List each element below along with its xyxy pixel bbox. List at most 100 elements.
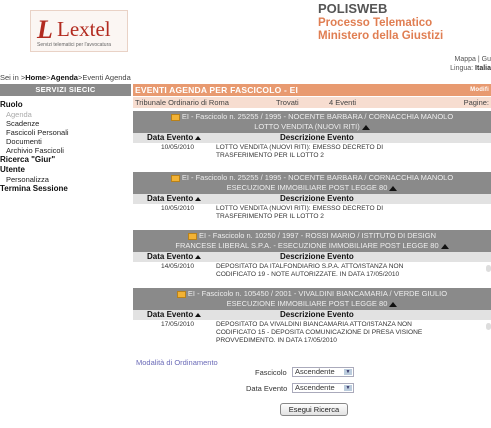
col-data-label: Data Evento — [147, 194, 194, 203]
event-desc-line: LOTTO VENDITA (NUOVI RITI): EMESSO DECRE… — [216, 205, 384, 212]
sort-up-icon — [195, 254, 202, 259]
sidebar-item-documenti[interactable]: Documenti — [0, 137, 131, 146]
col-data-evento[interactable]: Data Evento — [147, 252, 202, 262]
sort-data-select[interactable]: Ascendente ▼ — [292, 383, 354, 393]
fascicolo-header[interactable]: EI - Fascicolo n. 10250 / 1997 - ROSSI M… — [133, 230, 491, 252]
esegui-ricerca-button[interactable]: Esegui Ricerca — [280, 403, 348, 416]
sidebar-section-ricerca-giur[interactable]: Ricerca "Giur" — [0, 155, 131, 165]
tribunale-label: Tribunale Ordinario di Roma — [135, 98, 229, 107]
sort-mode-label: Modalità di Ordinamento — [136, 358, 218, 367]
results-summary: Tribunale Ordinario di Roma Trovati 4 Ev… — [133, 97, 491, 108]
sidebar-item-personalizza[interactable]: Personalizza — [0, 175, 131, 184]
page-title-bar: EVENTI AGENDA PER FASCICOLO - EI Modifi — [133, 84, 491, 96]
fascicolo-title-line2: ESECUZIONE IMMOBILIARE POST LEGGE 80 — [226, 299, 388, 308]
table-header: Data Evento Descrizione Evento — [133, 310, 491, 320]
sort-fascicolo-value: Ascendente — [295, 367, 335, 376]
event-date: 10/05/2010 — [161, 144, 195, 151]
sort-up-icon — [195, 135, 202, 140]
collapse-arrow-icon[interactable] — [389, 185, 398, 191]
logo-mark: L — [37, 15, 53, 44]
table-row: 14/05/2010 DEPOSITATO DA ITALFONDIARIO S… — [133, 262, 491, 282]
modifica-link[interactable]: Modifi — [470, 84, 489, 96]
logo-subtitle: Servizi telematici per l'avvocatura — [37, 42, 112, 48]
mappa-link[interactable]: Mappa | Gu — [450, 55, 491, 64]
fascicolo-header[interactable]: EI - Fascicolo n. 25255 / 1995 - NOCENTE… — [133, 172, 491, 194]
sidebar-item-termina-sessione[interactable]: Termina Sessione — [0, 184, 131, 194]
table-row: 10/05/2010 LOTTO VENDITA (NUOVI RITI): E… — [133, 143, 491, 163]
logo-text: Lextel — [57, 17, 111, 41]
collapse-arrow-icon[interactable] — [440, 243, 449, 249]
sort-up-icon — [195, 196, 202, 201]
trovati-value: 4 Eventi — [329, 98, 357, 107]
event-desc-line: TRASFERIMENTO PER IL LOTTO 2 — [216, 152, 324, 159]
folder-icon — [170, 174, 180, 182]
trovati-label: Trovati — [276, 98, 299, 107]
sidebar-item-fascicoli-personali[interactable]: Fascicoli Personali — [0, 128, 131, 137]
col-data-label: Data Evento — [147, 252, 194, 261]
collapse-arrow-icon[interactable] — [361, 124, 370, 130]
event-desc-line: CODIFICATO 15 - DEPOSITA COMUNICAZIONE D… — [216, 329, 423, 336]
fascicolo-title-line1: EI - Fascicolo n. 10250 / 1997 - ROSSI M… — [198, 231, 436, 240]
sort-data-value: Ascendente — [295, 383, 335, 392]
sort-fascicolo-select[interactable]: Ascendente ▼ — [292, 367, 354, 377]
col-data-evento[interactable]: Data Evento — [147, 310, 202, 320]
event-description: DEPOSITATO DA VIVALDINI BIANCAMARIA ATTO… — [216, 321, 488, 345]
event-desc-line: DEPOSITATO DA VIVALDINI BIANCAMARIA ATTO… — [216, 321, 412, 328]
sidebar-item-scadenze[interactable]: Scadenze — [0, 119, 131, 128]
event-desc-line: PROVVEDIMENTO. IN DATA 17/05/2010 — [216, 337, 337, 344]
lextel-logo[interactable]: L Lextel Servizi telematici per l'avvoca… — [30, 10, 128, 52]
chevron-down-icon: ▼ — [344, 385, 352, 391]
app-header: L Lextel Servizi telematici per l'avvoca… — [0, 0, 491, 64]
pagine-label: Pagine: — [463, 98, 489, 107]
fascicolo-header[interactable]: EI - Fascicolo n. 105450 / 2001 - VIVALD… — [133, 288, 491, 310]
col-data-evento[interactable]: Data Evento — [147, 133, 202, 143]
fascicolo-block: EI - Fascicolo n. 25255 / 1995 - NOCENTE… — [133, 111, 491, 163]
col-data-label: Data Evento — [147, 133, 194, 142]
collapse-arrow-icon[interactable] — [389, 301, 398, 307]
col-descrizione-evento: Descrizione Evento — [280, 194, 354, 203]
lingua-value[interactable]: Italia — [475, 65, 491, 72]
breadcrumb-home[interactable]: Home — [25, 73, 46, 82]
app-subtitle-2: Ministero della Giustizi — [318, 30, 444, 42]
event-desc-line: LOTTO VENDITA (NUOVI RITI): EMESSO DECRE… — [216, 144, 384, 151]
breadcrumb: Sei in >Home>Agenda>Eventi Agenda — [0, 73, 131, 82]
fascicolo-header[interactable]: EI - Fascicolo n. 25255 / 1995 - NOCENTE… — [133, 111, 491, 133]
fascicolo-title-line2: LOTTO VENDITA (NUOVI RITI) — [254, 122, 360, 131]
row-scroll-handle[interactable] — [486, 323, 491, 330]
breadcrumb-current: Eventi Agenda — [82, 73, 131, 82]
sort-data-label: Data Evento — [246, 384, 288, 393]
event-description: DEPOSITATO DA ITALFONDIARIO S.P.A. ATTO/… — [216, 263, 488, 279]
sidebar-title: SERVIZI SIECIC — [0, 84, 131, 96]
fascicolo-block: EI - Fascicolo n. 10250 / 1997 - ROSSI M… — [133, 230, 491, 282]
breadcrumb-prefix: Sei in > — [0, 73, 26, 82]
sidebar-section-ruolo[interactable]: Ruolo — [0, 100, 131, 110]
col-descrizione-evento: Descrizione Evento — [280, 252, 354, 261]
table-header: Data Evento Descrizione Evento — [133, 133, 491, 143]
lingua-label: Lingua: — [450, 65, 474, 72]
col-data-label: Data Evento — [147, 310, 194, 319]
sidebar-item-agenda[interactable]: Agenda — [0, 110, 131, 119]
sidebar: Ruolo Agenda Scadenze Fascicoli Personal… — [0, 100, 131, 194]
event-desc-line: CODIFICATO 19 - NOTE AUTORIZZATE. IN DAT… — [216, 271, 400, 278]
fascicolo-title-line1: EI - Fascicolo n. 105450 / 2001 - VIVALD… — [187, 289, 448, 298]
fascicolo-block: EI - Fascicolo n. 105450 / 2001 - VIVALD… — [133, 288, 491, 348]
sort-up-icon — [195, 312, 202, 317]
col-descrizione-evento: Descrizione Evento — [280, 133, 354, 142]
fascicolo-title-line1: EI - Fascicolo n. 25255 / 1995 - NOCENTE… — [181, 112, 454, 121]
table-header: Data Evento Descrizione Evento — [133, 252, 491, 262]
folder-icon — [176, 290, 186, 298]
app-title: POLISWEB — [318, 1, 388, 16]
fascicolo-title-line2: ESECUZIONE IMMOBILIARE POST LEGGE 80 — [226, 183, 388, 192]
sidebar-item-archivio-fascicoli[interactable]: Archivio Fascicoli — [0, 146, 131, 155]
fascicolo-title-line1: EI - Fascicolo n. 25255 / 1995 - NOCENTE… — [181, 173, 454, 182]
folder-icon — [187, 232, 197, 240]
page-title: EVENTI AGENDA PER FASCICOLO - EI — [135, 85, 299, 95]
fascicolo-block: EI - Fascicolo n. 25255 / 1995 - NOCENTE… — [133, 172, 491, 224]
fascicolo-title-line2: FRANCESE LIBERAL S.P.A. - ESECUZIONE IMM… — [175, 241, 439, 250]
row-scroll-handle[interactable] — [486, 265, 491, 272]
event-date: 14/05/2010 — [161, 263, 195, 270]
breadcrumb-agenda[interactable]: Agenda — [50, 73, 78, 82]
col-data-evento[interactable]: Data Evento — [147, 194, 202, 204]
sidebar-section-utente[interactable]: Utente — [0, 165, 131, 175]
top-links: Mappa | Gu Lingua: Italia — [450, 55, 491, 73]
